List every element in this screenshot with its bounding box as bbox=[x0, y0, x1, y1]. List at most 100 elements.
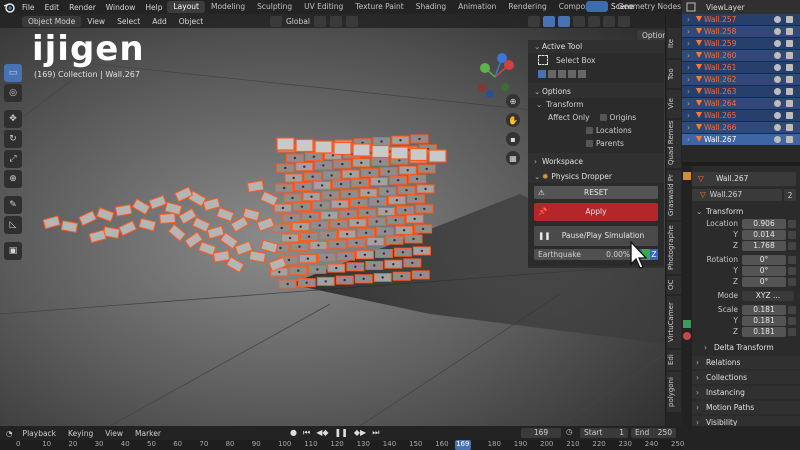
workspace-tab-rendering[interactable]: Rendering bbox=[502, 1, 552, 13]
next-key-icon[interactable]: ◆▶ bbox=[354, 428, 366, 438]
3d-viewport[interactable]: Object Mode View Select Add Object Globa… bbox=[0, 14, 665, 426]
scale-z-field[interactable]: 0.181 bbox=[742, 326, 786, 337]
relations-panel-header[interactable]: › Relations bbox=[692, 356, 800, 369]
delta-transform-header[interactable]: › Delta Transform bbox=[700, 341, 800, 354]
location-y-field[interactable]: 0.014 bbox=[742, 229, 786, 240]
origins-checkbox[interactable]: Origins bbox=[599, 113, 636, 122]
scene-selector[interactable]: Scene bbox=[586, 1, 634, 12]
outliner-row[interactable]: › Wall.259 bbox=[682, 38, 800, 49]
solid-shading-icon[interactable] bbox=[588, 15, 600, 27]
workspace-tab-modeling[interactable]: Modeling bbox=[205, 1, 251, 13]
mode-dropdown[interactable]: Object Mode bbox=[22, 15, 82, 27]
data-block-field[interactable]: ▽ Wall.267 bbox=[692, 188, 782, 201]
motion-paths-panel-header[interactable]: › Motion Paths bbox=[692, 401, 800, 414]
outliner-row[interactable]: › Wall.267 bbox=[682, 134, 800, 145]
timeline-ruler[interactable]: 0 10 20 30 40 50 60 70 80 90 100 110 120 130 140 150 160… bbox=[0, 440, 684, 450]
pan-icon[interactable]: ✋ bbox=[506, 113, 520, 127]
outliner-row[interactable]: › Wall.258 bbox=[682, 26, 800, 37]
eye-visibility-icon[interactable] bbox=[774, 112, 781, 119]
transform-panel-header[interactable]: ⌄ Transform bbox=[692, 205, 800, 218]
rotation-mode-dropdown[interactable]: XYZ ... bbox=[742, 290, 794, 301]
timeline-menu-marker[interactable]: Marker bbox=[129, 429, 167, 438]
view-layer-name[interactable]: ViewLayer bbox=[706, 3, 745, 12]
menu-help[interactable]: Help bbox=[140, 3, 167, 12]
eye-visibility-icon[interactable] bbox=[774, 124, 781, 131]
workspace-tab-shading[interactable]: Shading bbox=[410, 1, 452, 13]
disclosure-chevron-icon[interactable]: › bbox=[687, 38, 690, 49]
menu-edit[interactable]: Edit bbox=[40, 3, 65, 12]
orientation-icon[interactable] bbox=[270, 15, 282, 27]
eye-visibility-icon[interactable] bbox=[774, 64, 781, 71]
eye-visibility-icon[interactable] bbox=[774, 40, 781, 47]
camera-render-icon[interactable] bbox=[786, 88, 793, 95]
viewport-menu-add[interactable]: Add bbox=[146, 17, 173, 26]
collections-panel-header[interactable]: › Collections bbox=[692, 371, 800, 384]
blender-logo-icon[interactable] bbox=[3, 1, 15, 13]
jump-end-icon[interactable]: ⏭ bbox=[372, 428, 379, 438]
disclosure-chevron-icon[interactable]: › bbox=[687, 134, 690, 145]
lock-icon[interactable] bbox=[788, 219, 796, 228]
disclosure-chevron-icon[interactable]: › bbox=[687, 122, 690, 133]
perspective-toggle-icon[interactable]: ▦ bbox=[506, 151, 520, 165]
object-name-field[interactable]: ▽ Wall.267 bbox=[692, 172, 796, 186]
workspace-tab-layout[interactable]: Layout bbox=[167, 1, 205, 13]
lock-icon[interactable] bbox=[788, 266, 796, 275]
tab-oc[interactable]: OC bbox=[667, 276, 681, 294]
outliner-row[interactable]: › Wall.260 bbox=[682, 50, 800, 61]
workspace-tab-animation[interactable]: Animation bbox=[452, 1, 502, 13]
active-tool-header[interactable]: ⌄ Active Tool bbox=[528, 40, 664, 53]
parents-checkbox[interactable]: Parents bbox=[528, 137, 664, 153]
menu-render[interactable]: Render bbox=[64, 3, 101, 12]
eye-visibility-icon[interactable] bbox=[774, 52, 781, 59]
eye-visibility-icon[interactable] bbox=[774, 28, 781, 35]
menu-window[interactable]: Window bbox=[101, 3, 141, 12]
move-tool-icon[interactable]: ✥ bbox=[4, 110, 22, 128]
modifier-properties-icon[interactable] bbox=[683, 320, 691, 328]
timeline-menu-playback[interactable]: Playback bbox=[17, 429, 62, 438]
reset-button[interactable]: ⚠ RESET bbox=[534, 186, 658, 199]
lock-icon[interactable] bbox=[788, 255, 796, 264]
tab-edit[interactable]: Edi bbox=[667, 350, 681, 370]
camera-view-icon[interactable]: ▪ bbox=[506, 132, 520, 146]
scale-tool-icon[interactable]: ⤢ bbox=[4, 150, 22, 168]
rendered-shading-icon[interactable] bbox=[618, 15, 630, 27]
snap-icon[interactable] bbox=[329, 15, 342, 27]
select-box-tool-icon[interactable]: ▭ bbox=[4, 64, 22, 82]
disclosure-chevron-icon[interactable]: › bbox=[687, 86, 690, 97]
measure-tool-icon[interactable]: ◺ bbox=[4, 216, 22, 234]
pivot-icon[interactable] bbox=[313, 15, 326, 27]
camera-render-icon[interactable] bbox=[786, 64, 793, 71]
pause-icon[interactable]: ❚❚ bbox=[335, 428, 348, 438]
tab-graswald[interactable]: Graswald Pr bbox=[667, 170, 681, 220]
tab-polygoniq[interactable]: polygoni bbox=[667, 372, 681, 412]
transform-subheader[interactable]: ⌄ Transform bbox=[528, 98, 664, 111]
preview-range-clock-icon[interactable]: ◷ bbox=[566, 427, 573, 436]
proportional-edit-icon[interactable] bbox=[345, 15, 358, 27]
scale-x-field[interactable]: 0.181 bbox=[742, 304, 786, 315]
lock-icon[interactable] bbox=[788, 230, 796, 239]
menu-file[interactable]: File bbox=[17, 3, 40, 12]
camera-render-icon[interactable] bbox=[786, 16, 793, 23]
earthquake-z-toggle[interactable]: Z bbox=[650, 249, 658, 260]
scene-icon[interactable] bbox=[586, 1, 608, 12]
physics-dropper-header[interactable]: ⌄ ✺ Physics Dropper bbox=[528, 170, 664, 183]
select-mode-intersect-icon[interactable] bbox=[578, 70, 586, 78]
material-shading-icon[interactable] bbox=[603, 15, 615, 27]
outliner-row[interactable]: › Wall.265 bbox=[682, 110, 800, 121]
tab-virtucamera[interactable]: VirtuCamer bbox=[667, 296, 681, 348]
end-frame-field[interactable]: End 250 bbox=[631, 428, 676, 438]
overlay-toggle-icon[interactable] bbox=[558, 15, 570, 27]
select-mode-extend-icon[interactable] bbox=[548, 70, 556, 78]
disclosure-chevron-icon[interactable]: › bbox=[687, 26, 690, 37]
tab-item[interactable]: Ite bbox=[667, 28, 681, 58]
view-layer-icon[interactable] bbox=[686, 2, 696, 12]
gizmo-toggle-icon[interactable] bbox=[543, 15, 555, 27]
transform-tool-icon[interactable]: ⊕ bbox=[4, 170, 22, 188]
active-tool-row[interactable]: Select Box bbox=[528, 53, 664, 69]
record-icon[interactable]: ● bbox=[290, 428, 297, 438]
options-header[interactable]: ⌄ Options bbox=[528, 85, 664, 98]
camera-render-icon[interactable] bbox=[786, 76, 793, 83]
tab-quad-remesher[interactable]: Quad Remes bbox=[667, 120, 681, 168]
disclosure-chevron-icon[interactable]: › bbox=[687, 50, 690, 61]
current-frame-field[interactable]: 169 bbox=[521, 428, 561, 438]
